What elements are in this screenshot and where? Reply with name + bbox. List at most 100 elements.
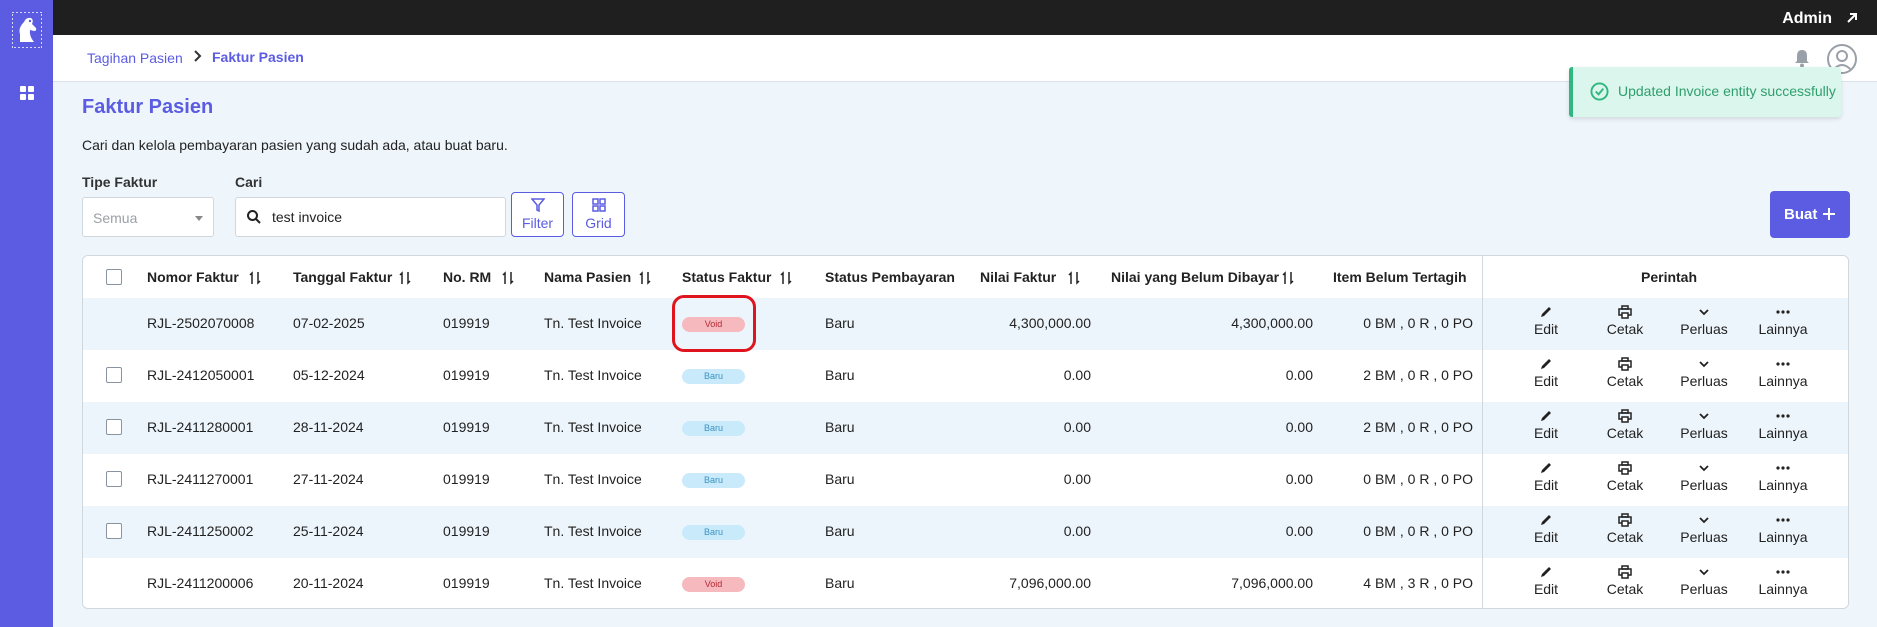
- unpaid-value: 0.00: [1285, 523, 1313, 539]
- header-invoice-value[interactable]: Nilai Faktur: [980, 269, 1056, 285]
- toast-message: Updated Invoice entity successfully: [1618, 83, 1836, 99]
- expand-action[interactable]: Perluas: [1674, 357, 1734, 389]
- sort-icon[interactable]: [249, 271, 261, 285]
- rm-no: 019919: [443, 523, 490, 539]
- table-row[interactable]: RJL-2411200006 20-11-2024 019919 Tn. Tes…: [83, 558, 1848, 608]
- more-action[interactable]: Lainnya: [1753, 357, 1813, 389]
- invoice-no[interactable]: RJL-2411200006: [147, 575, 253, 591]
- print-label: Cetak: [1606, 373, 1644, 389]
- edit-label: Edit: [1533, 529, 1559, 545]
- print-action[interactable]: Cetak: [1595, 513, 1655, 545]
- pencil-icon: [1541, 307, 1551, 317]
- edit-action[interactable]: Edit: [1516, 357, 1576, 389]
- create-button-label: Buat: [1784, 206, 1818, 223]
- expand-label: Perluas: [1680, 529, 1728, 545]
- unbilled-items: 4 BM , 3 R , 0 PO: [1363, 575, 1473, 591]
- edit-action[interactable]: Edit: [1516, 461, 1576, 493]
- breadcrumb-current: Faktur Pasien: [212, 49, 304, 65]
- table-row[interactable]: RJL-2502070008 07-02-2025 019919 Tn. Tes…: [83, 298, 1848, 350]
- edit-action[interactable]: Edit: [1516, 565, 1576, 597]
- unpaid-value: 0.00: [1285, 419, 1313, 435]
- breadcrumb-parent[interactable]: Tagihan Pasien: [87, 50, 183, 66]
- header-invoice-no[interactable]: Nomor Faktur: [147, 269, 239, 285]
- invoice-type-label: Tipe Faktur: [82, 174, 158, 190]
- print-action[interactable]: Cetak: [1595, 305, 1655, 337]
- external-link-icon[interactable]: [1845, 11, 1859, 25]
- edit-label: Edit: [1533, 373, 1559, 389]
- edit-label: Edit: [1533, 321, 1559, 337]
- table-row[interactable]: RJL-2411250002 25-11-2024 019919 Tn. Tes…: [83, 506, 1848, 558]
- patient-name: Tn. Test Invoice: [544, 471, 642, 487]
- row-checkbox[interactable]: [106, 471, 122, 487]
- table-row[interactable]: RJL-2411270001 27-11-2024 019919 Tn. Tes…: [83, 454, 1848, 506]
- filter-button[interactable]: Filter: [511, 192, 564, 237]
- row-checkbox[interactable]: [106, 523, 122, 539]
- edit-action[interactable]: Edit: [1516, 409, 1576, 441]
- more-action[interactable]: Lainnya: [1753, 305, 1813, 337]
- row-checkbox[interactable]: [106, 367, 122, 383]
- invoice-value: 0.00: [1063, 523, 1091, 539]
- print-action[interactable]: Cetak: [1595, 357, 1655, 389]
- unpaid-value: 4,300,000.00: [1231, 315, 1313, 331]
- expand-action[interactable]: Perluas: [1674, 409, 1734, 441]
- edit-action[interactable]: Edit: [1516, 305, 1576, 337]
- header-rm-no[interactable]: No. RM: [443, 269, 491, 285]
- invoice-no[interactable]: RJL-2502070008: [147, 315, 254, 331]
- unbilled-items: 2 BM , 0 R , 0 PO: [1363, 367, 1473, 383]
- more-action[interactable]: Lainnya: [1753, 565, 1813, 597]
- chevron-down-icon: [1699, 309, 1709, 316]
- sort-icon[interactable]: [1068, 271, 1080, 285]
- print-action[interactable]: Cetak: [1595, 565, 1655, 597]
- more-action[interactable]: Lainnya: [1753, 409, 1813, 441]
- sort-icon[interactable]: [639, 271, 651, 285]
- more-action[interactable]: Lainnya: [1753, 513, 1813, 545]
- expand-action[interactable]: Perluas: [1674, 461, 1734, 493]
- sort-icon[interactable]: [780, 271, 792, 285]
- invoice-no[interactable]: RJL-2411270001: [147, 471, 253, 487]
- sort-icon[interactable]: [399, 271, 411, 285]
- chevron-down-icon: [1699, 465, 1709, 472]
- user-name[interactable]: Admin: [1782, 10, 1832, 28]
- expand-action[interactable]: Perluas: [1674, 513, 1734, 545]
- payment-status: Baru: [825, 419, 855, 435]
- status-badge: Baru: [682, 525, 745, 540]
- apps-grid-icon[interactable]: [20, 86, 34, 100]
- payment-status: Baru: [825, 315, 855, 331]
- more-action[interactable]: Lainnya: [1753, 461, 1813, 493]
- table-row[interactable]: RJL-2411280001 28-11-2024 019919 Tn. Tes…: [83, 402, 1848, 454]
- invoice-date: 20-11-2024: [293, 575, 364, 591]
- grid-button-label: Grid: [585, 215, 612, 231]
- sort-icon[interactable]: [1282, 271, 1294, 285]
- search-input[interactable]: [272, 206, 492, 228]
- table-row[interactable]: RJL-2412050001 05-12-2024 019919 Tn. Tes…: [83, 350, 1848, 402]
- invoice-type-select[interactable]: Semua: [82, 197, 214, 237]
- print-label: Cetak: [1606, 477, 1644, 493]
- app-logo-icon[interactable]: [12, 12, 42, 48]
- invoice-no[interactable]: RJL-2411280001: [147, 419, 253, 435]
- invoice-no[interactable]: RJL-2411250002: [147, 523, 253, 539]
- print-label: Cetak: [1606, 581, 1644, 597]
- invoice-no[interactable]: RJL-2412050001: [147, 367, 254, 383]
- print-action[interactable]: Cetak: [1595, 461, 1655, 493]
- print-action[interactable]: Cetak: [1595, 409, 1655, 441]
- row-checkbox[interactable]: [106, 419, 122, 435]
- edit-action[interactable]: Edit: [1516, 513, 1576, 545]
- sort-icon[interactable]: [502, 271, 514, 285]
- grid-button[interactable]: Grid: [572, 192, 625, 237]
- create-button[interactable]: Buat: [1770, 191, 1850, 238]
- rm-no: 019919: [443, 315, 490, 331]
- header-unpaid-value[interactable]: Nilai yang Belum Dibayar: [1111, 269, 1279, 285]
- header-patient-name[interactable]: Nama Pasien: [544, 269, 631, 285]
- bell-icon[interactable]: [1793, 48, 1811, 68]
- expand-action[interactable]: Perluas: [1674, 565, 1734, 597]
- search-box[interactable]: [235, 197, 506, 237]
- more-label: Lainnya: [1758, 373, 1808, 389]
- header-invoice-status[interactable]: Status Faktur: [682, 269, 771, 285]
- invoice-value: 0.00: [1063, 419, 1091, 435]
- payment-status: Baru: [825, 367, 855, 383]
- expand-action[interactable]: Perluas: [1674, 305, 1734, 337]
- select-all-checkbox[interactable]: [106, 269, 122, 285]
- page-title: Faktur Pasien: [82, 96, 214, 118]
- header-invoice-date[interactable]: Tanggal Faktur: [293, 269, 392, 285]
- unbilled-items: 0 BM , 0 R , 0 PO: [1363, 315, 1473, 331]
